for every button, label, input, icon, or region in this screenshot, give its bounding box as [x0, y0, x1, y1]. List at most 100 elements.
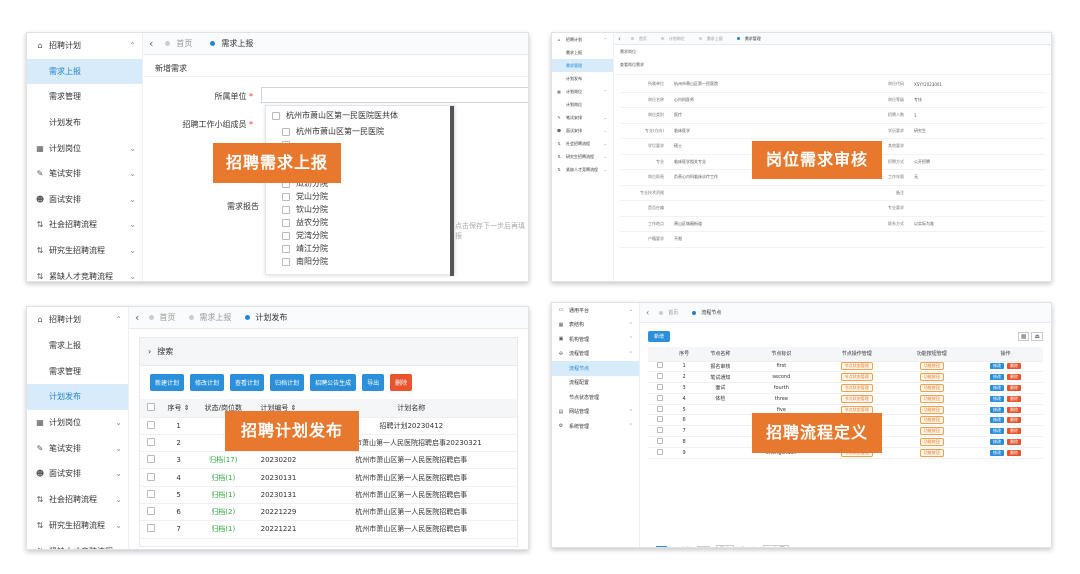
select-all-checkbox[interactable]: [147, 402, 155, 411]
func-btn-tag[interactable]: 功能按钮: [919, 427, 944, 436]
row-checkbox[interactable]: [657, 437, 663, 444]
row-checkbox[interactable]: [657, 405, 663, 412]
sidebar-item-1[interactable]: ▦ 表结构 ⌃: [552, 318, 639, 333]
table-row[interactable]: 4 体检 three 节点状态管理 功能按钮 修改 删除: [648, 393, 1043, 405]
tree-checkbox[interactable]: [272, 111, 280, 120]
sidebar-item-5[interactable]: ✎ 笔试安排 ⌄: [27, 161, 142, 187]
tab-3[interactable]: 需求管理: [736, 36, 761, 42]
goto-input[interactable]: 1: [697, 545, 711, 547]
delete-button[interactable]: 删除: [1006, 395, 1021, 402]
sidebar-item-2[interactable]: 需求管理: [27, 358, 128, 384]
sidebar-item-8[interactable]: ⇅ 研究生招聘流程 ⌄: [27, 513, 128, 539]
row-checkbox[interactable]: [657, 448, 663, 455]
func-btn-tag[interactable]: 功能按钮: [919, 362, 944, 371]
tab-home[interactable]: 首页: [165, 38, 192, 49]
row-checkbox[interactable]: [657, 416, 663, 423]
edit-button[interactable]: 修改: [989, 417, 1004, 424]
column-header[interactable]: 功能按钮管理: [895, 347, 968, 362]
sidebar-item-4[interactable]: 流程节点: [552, 361, 639, 376]
tab-1[interactable]: 需求上报: [189, 312, 231, 323]
sidebar-item-3[interactable]: ✣ 流程管理 ⌃: [552, 347, 639, 362]
func-btn-tag[interactable]: 功能按钮: [919, 416, 944, 425]
edit-button[interactable]: 修改: [989, 449, 1004, 456]
delete-button[interactable]: 删除: [1006, 417, 1021, 424]
edit-button[interactable]: 修改: [989, 406, 1004, 413]
page-size-select[interactable]: 10条/页: [762, 545, 789, 547]
sidebar-item-2[interactable]: 需求管理: [552, 59, 613, 72]
func-btn-tag[interactable]: 功能按钮: [919, 373, 944, 382]
edit-button[interactable]: 修改: [989, 395, 1004, 402]
table-row[interactable]: 4 归档(1) 20230131 杭州市萧山区第一人民医院招聘启事: [140, 468, 517, 487]
row-checkbox[interactable]: [657, 394, 663, 401]
column-header[interactable]: [648, 347, 672, 362]
column-header[interactable]: 操作: [967, 347, 1043, 362]
confirm-button[interactable]: 确定: [716, 545, 735, 547]
delete-button[interactable]: 删除: [1006, 363, 1021, 370]
tab-demand-report[interactable]: 需求上报: [210, 38, 253, 49]
toolbar-button-6[interactable]: 删除: [390, 374, 413, 391]
column-header[interactable]: 节点名称: [696, 347, 745, 362]
toolbar-button-4[interactable]: 招聘公告生成: [310, 374, 357, 391]
toolbar-button-3[interactable]: 归档计划: [270, 374, 305, 391]
tree-checkbox[interactable]: [282, 205, 290, 214]
row-checkbox[interactable]: [147, 472, 155, 481]
tab-2[interactable]: 需求上报: [698, 36, 723, 42]
sidebar-item-7[interactable]: ▤ 网站管理 ⌃: [552, 405, 639, 420]
export-icon[interactable]: ⏏: [1031, 331, 1043, 341]
search-bar[interactable]: › 搜索: [140, 338, 517, 366]
func-btn-tag[interactable]: 功能按钮: [919, 383, 944, 392]
back-arrow-icon[interactable]: ‹: [618, 35, 621, 43]
table-row[interactable]: 3 归档(17) 20230202 杭州市萧山区第一人民医院招聘启事: [140, 451, 517, 470]
tab-1[interactable]: 计划岗位: [660, 36, 685, 42]
sidebar-item-8[interactable]: ⇅ 社会招聘流程 ⌄: [552, 137, 613, 150]
edit-button[interactable]: 修改: [989, 374, 1004, 381]
row-checkbox[interactable]: [147, 420, 155, 429]
edit-button[interactable]: 修改: [989, 384, 1004, 391]
sidebar-item-0[interactable]: ▭ 通用平台 ⌄: [552, 303, 639, 318]
tree-item[interactable]: 益农分院: [266, 216, 454, 229]
delete-button[interactable]: 删除: [1006, 374, 1021, 381]
sidebar-item-6[interactable]: ☻ 面试安排 ⌄: [27, 187, 142, 213]
table-row[interactable]: 2 笔试通知 second 节点状态管理 功能按钮 修改 删除: [648, 371, 1043, 384]
next-page-button[interactable]: ›: [673, 547, 675, 548]
table-row[interactable]: 3 面试 fourth 节点状态管理 功能按钮 修改 删除: [648, 382, 1043, 394]
row-checkbox[interactable]: [657, 427, 663, 434]
tree-root[interactable]: 杭州市萧山区第一民医院医共体: [266, 106, 454, 125]
sidebar-item-5[interactable]: ✎ 笔试安排 ⌄: [27, 435, 128, 461]
node-status-tag[interactable]: 节点状态管理: [840, 394, 873, 403]
sidebar-item-5[interactable]: 计划岗位: [552, 98, 613, 111]
row-checkbox[interactable]: [147, 507, 155, 516]
tab-1[interactable]: 流程节点: [692, 309, 721, 316]
row-checkbox[interactable]: [147, 524, 155, 533]
row-checkbox[interactable]: [657, 362, 663, 369]
sidebar-item-6[interactable]: 节点状态管理: [552, 390, 639, 405]
add-button[interactable]: 新增: [648, 330, 671, 342]
current-page[interactable]: 1: [656, 545, 668, 547]
sidebar-item-2[interactable]: 需求管理: [27, 84, 142, 110]
toolbar-button-0[interactable]: 新建计划: [150, 374, 185, 391]
sidebar-item-6[interactable]: ☻ 面试安排 ⌄: [27, 461, 128, 487]
org-tree-dropdown[interactable]: 杭州市萧山区第一民医院医共体 杭州市萧山区第一民医院 瓜沥分院 党山分院 钦山分院 益农…: [265, 105, 455, 276]
sidebar-item-6[interactable]: ✎ 笔试安排 ⌄: [552, 111, 613, 124]
func-btn-tag[interactable]: 功能按钮: [919, 394, 944, 403]
tree-checkbox[interactable]: [282, 192, 290, 201]
sidebar-item-9[interactable]: ⇅紧缺人才竞聘流程⌄: [27, 538, 128, 549]
tree-item[interactable]: 靖江分院: [266, 242, 454, 255]
node-status-tag[interactable]: 节点状态管理: [840, 383, 873, 392]
sidebar-item-4[interactable]: ▦ 计划岗位 ⌄: [27, 135, 142, 161]
delete-button[interactable]: 删除: [1006, 384, 1021, 391]
sidebar-item-9[interactable]: ⇅ 研究生招聘流程 ⌄: [552, 150, 613, 163]
func-btn-tag[interactable]: 功能按钮: [919, 437, 944, 446]
sidebar-item-0[interactable]: ⌂ 招聘计划 ⌃: [27, 307, 128, 333]
row-checkbox[interactable]: [657, 383, 663, 390]
toolbar-button-5[interactable]: 导出: [362, 374, 385, 391]
sidebar-item-5[interactable]: 流程配置: [552, 376, 639, 391]
table-row[interactable]: 1 报名审核 first 节点状态管理 功能按钮 修改 删除: [648, 361, 1043, 373]
tree-checkbox[interactable]: [282, 218, 290, 227]
sidebar-item-7[interactable]: ⇅ 社会招聘流程 ⌄: [27, 487, 128, 513]
tree-checkbox[interactable]: [282, 257, 290, 266]
tree-item[interactable]: 钦山分院: [266, 203, 454, 216]
node-status-tag[interactable]: 节点状态管理: [840, 362, 873, 371]
column-header[interactable]: 序号 ⇕: [162, 399, 196, 418]
sidebar-item-9[interactable]: ⇅紧缺人才竞聘流程⌄: [27, 263, 142, 281]
